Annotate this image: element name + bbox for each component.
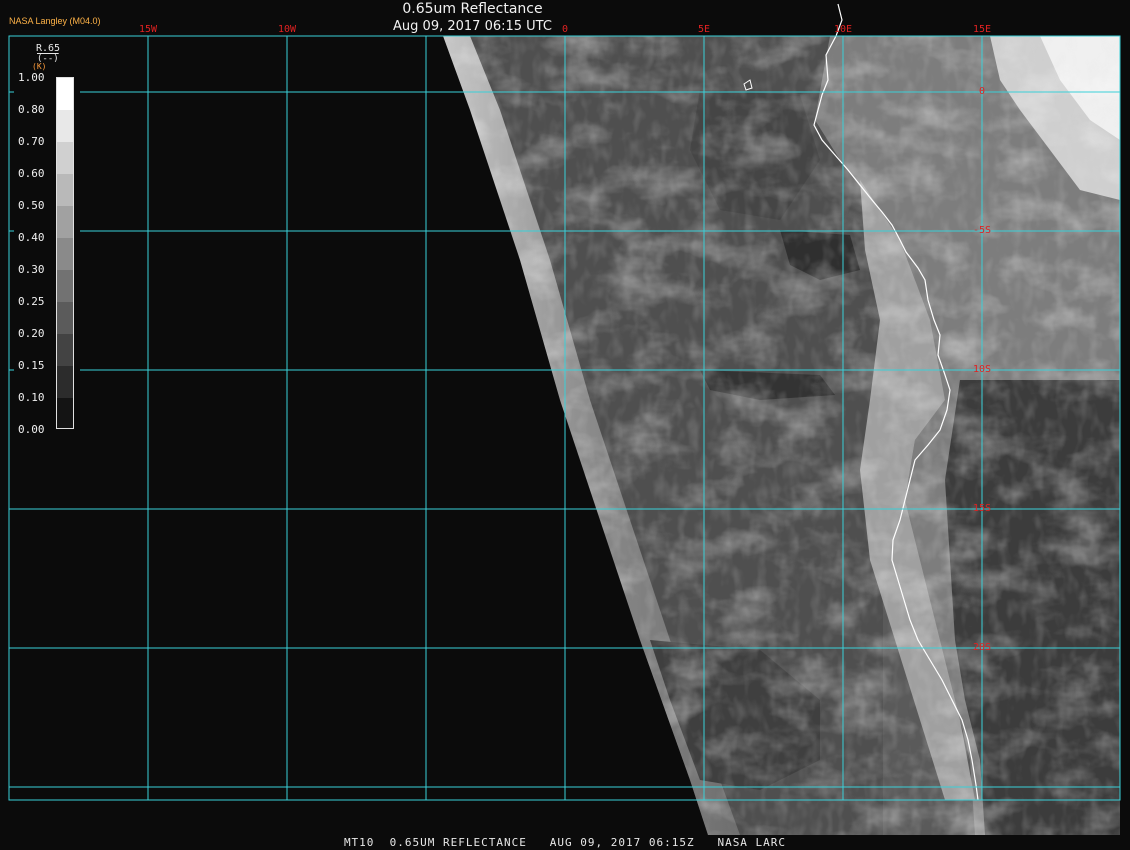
longitude-label: 15W (138, 24, 158, 35)
colorbar-tick-label: 0.40 (18, 231, 45, 244)
longitude-label: 10W (277, 24, 297, 35)
longitude-label: 10E (833, 24, 853, 35)
latitude-label: 20S (972, 642, 992, 653)
colorbar-step (57, 142, 73, 174)
colorbar-tick-label: 0.25 (18, 295, 45, 308)
colorbar-tick-label: 1.00 (18, 71, 45, 84)
colorbar-tick-label: 0.20 (18, 327, 45, 340)
latitude-label: 10S (972, 364, 992, 375)
colorbar-step (57, 110, 73, 142)
latitude-label: 15S (972, 503, 992, 514)
colorbar-tick-label: 0.80 (18, 103, 45, 116)
longitude-label: 5E (697, 24, 711, 35)
source-label: NASA Langley (M04.0) (9, 16, 101, 26)
footer-caption: MT10 0.65UM REFLECTANCE AUG 09, 2017 06:… (343, 836, 787, 849)
colorbar-ramp (56, 77, 74, 429)
colorbar-step (57, 174, 73, 206)
colorbar-step (57, 398, 73, 428)
colorbar-tick-label: 0.15 (18, 359, 45, 372)
longitude-label: 15E (972, 24, 992, 35)
colorbar-tick-label: 0.10 (18, 391, 45, 404)
latitude-label: 0 (978, 86, 986, 97)
latitude-label: -5S (972, 225, 992, 236)
colorbar-step (57, 78, 73, 110)
colorbar-step (57, 270, 73, 302)
colorbar-step (57, 302, 73, 334)
colorbar-tick-label: 0.30 (18, 263, 45, 276)
colorbar-tick-label: 0.50 (18, 199, 45, 212)
colorbar-tick-label: 0.60 (18, 167, 45, 180)
colorbar-step (57, 366, 73, 398)
colorbar-variable: R.65 (36, 43, 61, 54)
colorbar-step (57, 238, 73, 270)
satellite-imagery-map (0, 0, 1130, 850)
colorbar-corner-mark: (K) (32, 62, 47, 71)
satellite-map-view: 0.65um Reflectance Aug 09, 2017 06:15 UT… (0, 0, 1130, 850)
colorbar-step (57, 206, 73, 238)
colorbar-tick-label: 0.00 (18, 423, 45, 436)
colorbar-step (57, 334, 73, 366)
colorbar-tick-label: 0.70 (18, 135, 45, 148)
map-title: 0.65um Reflectance (402, 1, 543, 17)
longitude-label: 0 (561, 24, 569, 35)
